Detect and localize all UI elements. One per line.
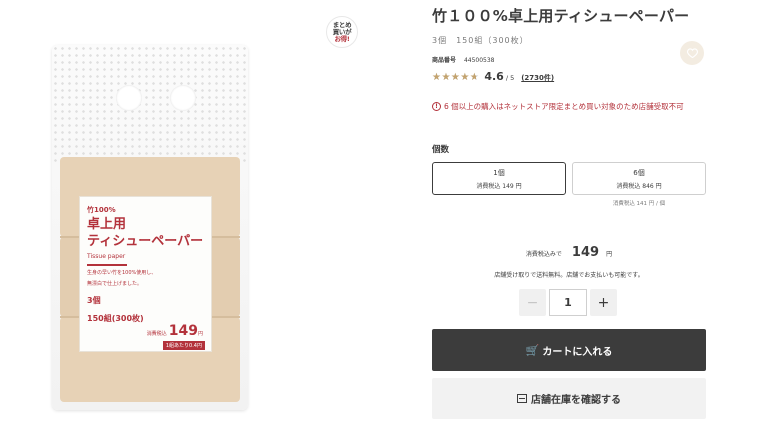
package-title-line-1: 卓上用 xyxy=(87,217,127,232)
pack-hole-right xyxy=(170,85,196,111)
package-label: 竹100% 卓上用 ティシューペーパー Tissue paper 生身の早い竹を… xyxy=(79,196,212,352)
product-code: 商品番号 44500538 xyxy=(432,55,494,64)
package-unit-price: 1組あたり0.4円 xyxy=(162,341,205,350)
rating-out-of: / 5 xyxy=(505,74,515,82)
product-image-area: まとめ 買いが お得! 竹100% 卓上用 ティシューペーパー Tissue p… xyxy=(0,0,420,433)
package-price: 消費税込 149円 xyxy=(147,323,205,339)
store-icon xyxy=(517,394,527,403)
package-price-label: 消費税込 xyxy=(146,331,167,337)
rating-score: 4.6 xyxy=(484,70,504,83)
package-price-yen: 円 xyxy=(197,331,203,337)
check-store-stock-label: 店舗在庫を確認する xyxy=(531,395,621,406)
total-price: 消費税込みで 149 円 xyxy=(432,241,706,260)
review-count-link[interactable]: (2730件) xyxy=(521,73,554,83)
quantity-option-6[interactable]: 6個 消費税込 846 円 xyxy=(572,162,706,195)
package-title-line-2: ティシューペーパー xyxy=(87,234,204,249)
heart-icon xyxy=(686,48,698,58)
cart-icon: 🛒 xyxy=(525,343,540,357)
badge-line-3: お得! xyxy=(334,34,350,43)
package-price-value: 149 xyxy=(168,323,198,339)
per-unit-price-note: 消費税込 141 円 / 個 xyxy=(612,201,666,207)
pack-emboss-pattern xyxy=(52,45,248,165)
favorite-button[interactable] xyxy=(680,41,704,65)
package-bamboo-text: 竹100% xyxy=(87,206,116,214)
warning-text: 6 個以上の購入はネットストア限定まとめ買い対象のため店舗受取不可 xyxy=(444,102,684,111)
rating-row: ★★★★★ ★★★★★ 4.6 / 5 (2730件) xyxy=(432,70,554,83)
warning-icon: ! xyxy=(432,102,441,111)
product-title: 竹１００%卓上用ティシューペーパー xyxy=(432,7,690,25)
quantity-stepper: − 1 + xyxy=(519,289,617,316)
bulk-discount-badge: まとめ 買いが お得! xyxy=(326,16,358,48)
add-to-cart-button[interactable]: 🛒 カートに入れる xyxy=(432,329,706,371)
option-label: 1個 xyxy=(493,168,505,177)
package-desc-line-2: 無漂白で仕上げました。 xyxy=(87,281,143,287)
pickup-note: 店舗受け取りで送料無料。店舗でお支払いも可能です。 xyxy=(494,272,644,279)
package-desc-line-1: 生身の早い竹を100%使用し、 xyxy=(87,270,157,276)
check-store-stock-button[interactable]: 店舗在庫を確認する xyxy=(432,378,706,419)
decrement-button[interactable]: − xyxy=(519,289,546,316)
product-code-label: 商品番号 xyxy=(432,57,457,64)
total-price-label: 消費税込みで xyxy=(525,251,562,258)
star-rating-icon: ★★★★★ ★★★★★ xyxy=(432,72,479,83)
option-price: 消費税込 149 円 xyxy=(476,182,522,190)
option-price: 消費税込 846 円 xyxy=(616,182,662,190)
quantity-heading: 個数 xyxy=(432,145,450,155)
store-pickup-warning: ! 6 個以上の購入はネットストア限定まとめ買い対象のため店舗受取不可 xyxy=(432,100,706,113)
quantity-option-1[interactable]: 1個 消費税込 149 円 xyxy=(432,162,566,195)
total-price-value: 149 xyxy=(571,245,600,260)
add-to-cart-label: カートに入れる xyxy=(542,346,613,358)
product-code-value: 44500538 xyxy=(463,57,495,64)
stars-filled: ★★★★★ xyxy=(432,72,476,83)
package-rule xyxy=(87,264,127,266)
product-subtitle: 3個 150組（300枚） xyxy=(432,36,529,45)
quantity-input[interactable]: 1 xyxy=(549,289,587,316)
option-label: 6個 xyxy=(633,168,645,177)
package-english-name: Tissue paper xyxy=(87,253,126,260)
package-count-line-1: 3個 xyxy=(87,296,101,305)
increment-button[interactable]: + xyxy=(590,289,617,316)
total-price-yen: 円 xyxy=(606,251,613,258)
pack-hole-left xyxy=(116,85,142,111)
